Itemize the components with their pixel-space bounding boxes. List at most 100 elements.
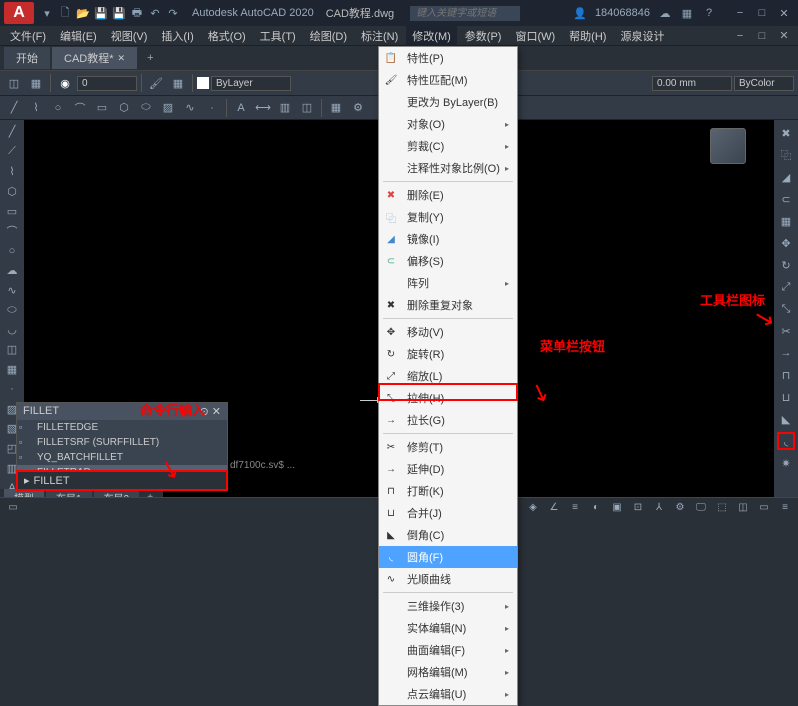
minimize-button[interactable]: − bbox=[730, 5, 750, 21]
menu-param[interactable]: 参数(P) bbox=[459, 26, 508, 46]
dropdown-item[interactable]: 对象(O)▸ bbox=[379, 113, 517, 135]
menu-dim[interactable]: 标注(N) bbox=[355, 26, 404, 46]
app-logo[interactable]: A bbox=[4, 2, 34, 24]
block-icon[interactable]: ◫ bbox=[297, 98, 317, 118]
rt-fillet-icon[interactable]: ◟ bbox=[777, 432, 795, 450]
help-icon[interactable]: ? bbox=[702, 6, 716, 20]
layer-state-icon[interactable]: ▦ bbox=[26, 73, 46, 93]
tab-start[interactable]: 开始 bbox=[4, 47, 50, 69]
dropdown-item[interactable]: ✂修剪(T) bbox=[379, 436, 517, 458]
dropdown-item[interactable]: ⤡拉伸(H) bbox=[379, 387, 517, 409]
tool3-icon[interactable]: ⚙ bbox=[348, 98, 368, 118]
qat-menu-icon[interactable]: ▾ bbox=[40, 6, 54, 20]
rt-array-icon[interactable]: ▦ bbox=[777, 212, 795, 230]
autocomplete-item[interactable]: ▫FILLETEDGE bbox=[17, 420, 227, 435]
dropdown-item[interactable]: ↻旋转(R) bbox=[379, 343, 517, 365]
save-icon[interactable]: 💾 bbox=[94, 6, 108, 20]
menu-custom[interactable]: 源泉设计 bbox=[614, 26, 670, 46]
linetype-select[interactable]: ByLayer bbox=[211, 76, 291, 91]
lt-pline-icon[interactable]: ⌇ bbox=[3, 164, 21, 180]
lt-block-icon[interactable]: ▦ bbox=[3, 362, 21, 378]
sb-anno-icon[interactable]: ⅄ bbox=[650, 500, 668, 516]
dropdown-item[interactable]: →延伸(D) bbox=[379, 458, 517, 480]
dropdown-item[interactable]: 点云编辑(U)▸ bbox=[379, 683, 517, 705]
dropdown-item[interactable]: →拉长(G) bbox=[379, 409, 517, 431]
menu-format[interactable]: 格式(O) bbox=[202, 26, 252, 46]
sb-sc-icon[interactable]: ⊡ bbox=[629, 500, 647, 516]
cloud-icon[interactable]: ☁ bbox=[658, 6, 672, 20]
menu-insert[interactable]: 插入(I) bbox=[155, 26, 199, 46]
maximize-button[interactable]: □ bbox=[752, 5, 772, 21]
menu-view[interactable]: 视图(V) bbox=[105, 26, 154, 46]
sb-qp-icon[interactable]: ▣ bbox=[608, 500, 626, 516]
saveas-icon[interactable]: 💾 bbox=[112, 6, 126, 20]
dropdown-item[interactable]: 注释性对象比例(O)▸ bbox=[379, 157, 517, 179]
rt-trim-icon[interactable]: ✂ bbox=[777, 322, 795, 340]
rt-mirror-icon[interactable]: ◢ bbox=[777, 168, 795, 186]
lt-spline-icon[interactable]: ∿ bbox=[3, 282, 21, 298]
tool-icon[interactable]: ▦ bbox=[168, 73, 188, 93]
layer-color-icon[interactable]: ◉ bbox=[55, 73, 75, 93]
ac-pin-icon[interactable]: ⊙ ✕ bbox=[200, 405, 222, 418]
rt-scale-icon[interactable]: ⤢ bbox=[777, 278, 795, 296]
rt-copy-icon[interactable]: ⿻ bbox=[777, 146, 795, 164]
rt-offset-icon[interactable]: ⊂ bbox=[777, 190, 795, 208]
dropdown-item[interactable]: ⊂偏移(S) bbox=[379, 250, 517, 272]
color-select[interactable]: ByColor bbox=[734, 76, 794, 91]
lt-insert-icon[interactable]: ◫ bbox=[3, 342, 21, 358]
dropdown-item[interactable]: ∿光顺曲线 bbox=[379, 568, 517, 590]
rt-break-icon[interactable]: ⊓ bbox=[777, 366, 795, 384]
doc-minimize-button[interactable]: − bbox=[730, 28, 750, 44]
menu-tools[interactable]: 工具(T) bbox=[254, 26, 302, 46]
menu-file[interactable]: 文件(F) bbox=[4, 26, 52, 46]
rect-icon[interactable]: ▭ bbox=[92, 98, 112, 118]
dropdown-item[interactable]: 阵列▸ bbox=[379, 272, 517, 294]
sb-otrack-icon[interactable]: ∠ bbox=[545, 500, 563, 516]
pline-icon[interactable]: ⌇ bbox=[26, 98, 46, 118]
rt-erase-icon[interactable]: ✖ bbox=[777, 124, 795, 142]
view-cube[interactable] bbox=[710, 128, 746, 164]
dropdown-item[interactable]: ⊓打断(K) bbox=[379, 480, 517, 502]
rt-rotate-icon[interactable]: ↻ bbox=[777, 256, 795, 274]
dropdown-item[interactable]: ✖删除(E) bbox=[379, 184, 517, 206]
username[interactable]: 184068846 bbox=[595, 7, 650, 19]
dropdown-item[interactable]: ⤢缩放(L) bbox=[379, 365, 517, 387]
lt-arc-icon[interactable]: ⌒ bbox=[3, 223, 21, 239]
menu-draw[interactable]: 绘图(D) bbox=[304, 26, 353, 46]
lt-revcloud-icon[interactable]: ☁ bbox=[3, 263, 21, 279]
arc-icon[interactable]: ⌒ bbox=[70, 98, 90, 118]
circle-icon[interactable]: ○ bbox=[48, 98, 68, 118]
dropdown-item[interactable]: ⊔合并(J) bbox=[379, 502, 517, 524]
sb-ws-icon[interactable]: ⚙ bbox=[671, 500, 689, 516]
sb-unit-icon[interactable]: ⬚ bbox=[713, 500, 731, 516]
rt-stretch-icon[interactable]: ⤡ bbox=[777, 300, 795, 318]
dropdown-item[interactable]: ✥移动(V) bbox=[379, 321, 517, 343]
undo-icon[interactable]: ↶ bbox=[148, 6, 162, 20]
ellipse-icon[interactable]: ⬭ bbox=[136, 98, 156, 118]
tab-close-icon[interactable]: ✕ bbox=[118, 53, 126, 64]
sb-model-icon[interactable]: ▭ bbox=[4, 500, 22, 516]
color-swatch-icon[interactable] bbox=[197, 77, 209, 89]
lt-ellipse-icon[interactable]: ⬭ bbox=[3, 302, 21, 318]
table-icon[interactable]: ▥ bbox=[275, 98, 295, 118]
rt-explode-icon[interactable]: ✷ bbox=[777, 454, 795, 472]
sb-mon-icon[interactable]: 🖵 bbox=[692, 500, 710, 516]
match-icon[interactable]: 🖌 bbox=[146, 73, 166, 93]
print-icon[interactable]: 🖶 bbox=[130, 6, 144, 20]
lt-line-icon[interactable]: ╱ bbox=[3, 124, 21, 140]
sb-clean-icon[interactable]: ▭ bbox=[755, 500, 773, 516]
redo-icon[interactable]: ↷ bbox=[166, 6, 180, 20]
dropdown-item[interactable]: 曲面编辑(F)▸ bbox=[379, 639, 517, 661]
sb-3d-icon[interactable]: ◈ bbox=[524, 500, 542, 516]
autocomplete-item[interactable]: ▫YQ_BATCHFILLET bbox=[17, 450, 227, 465]
sb-custom-icon[interactable]: ≡ bbox=[776, 500, 794, 516]
polygon-icon[interactable]: ⬡ bbox=[114, 98, 134, 118]
command-line[interactable]: ▸ FILLET bbox=[16, 470, 228, 491]
menu-window[interactable]: 窗口(W) bbox=[509, 26, 561, 46]
dropdown-item[interactable]: ◟圆角(F) bbox=[379, 546, 517, 568]
dropdown-item[interactable]: 📋特性(P) bbox=[379, 47, 517, 69]
dropdown-item[interactable]: 三维操作(3)▸ bbox=[379, 595, 517, 617]
layer-icon[interactable]: ◫ bbox=[4, 73, 24, 93]
lt-xline-icon[interactable]: ⟋ bbox=[3, 144, 21, 160]
dropdown-item[interactable]: 更改为 ByLayer(B) bbox=[379, 91, 517, 113]
